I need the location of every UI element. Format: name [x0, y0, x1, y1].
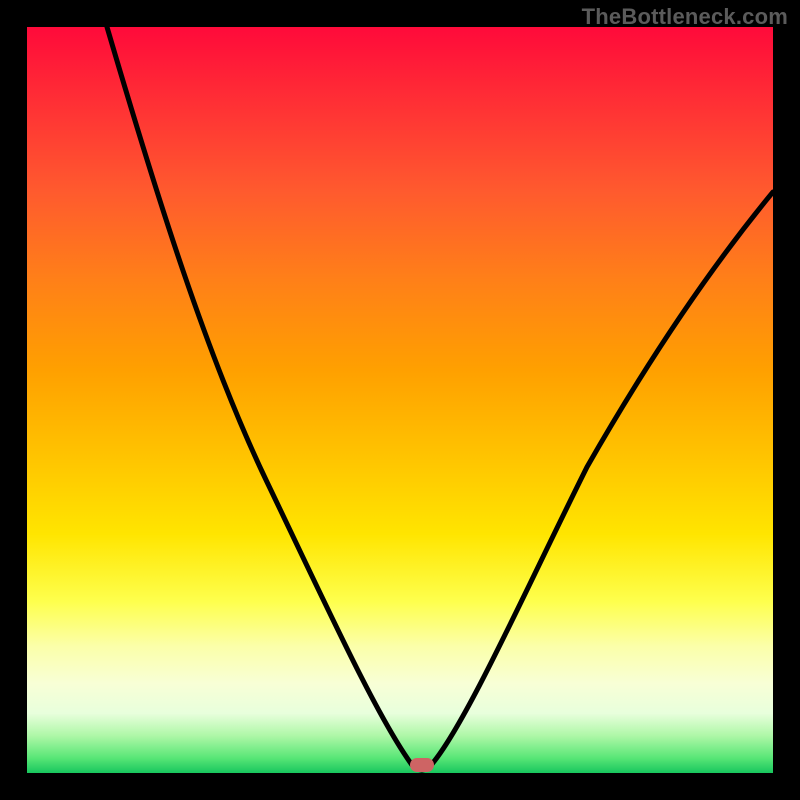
plot-area	[27, 27, 773, 773]
optimal-marker	[410, 758, 434, 772]
curve-path	[107, 27, 773, 770]
watermark-text: TheBottleneck.com	[582, 4, 788, 30]
chart-frame: TheBottleneck.com	[0, 0, 800, 800]
bottleneck-curve	[27, 27, 773, 773]
